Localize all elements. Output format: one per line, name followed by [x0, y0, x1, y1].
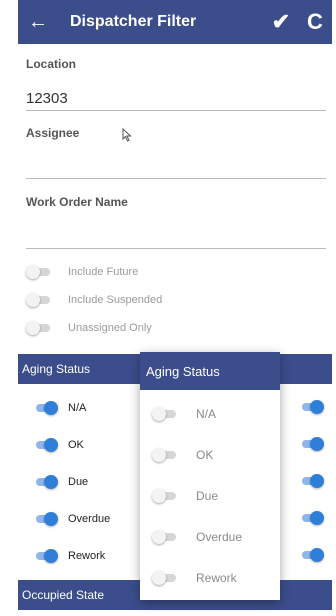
popup-item-label: OK [196, 448, 214, 462]
aging-na-toggle[interactable] [34, 401, 58, 415]
aging-item-label: Overdue [68, 513, 111, 525]
page-title: Dispatcher Filter [70, 13, 197, 30]
toggle-label: Unassigned Only [68, 322, 152, 334]
app-header: ← Dispatcher Filter ✔ C [18, 0, 332, 44]
aging-item-label: Rework [68, 550, 106, 562]
location-label: Location [26, 57, 76, 71]
back-arrow-icon[interactable]: ← [18, 0, 58, 44]
include-suspended-toggle[interactable] [26, 293, 50, 307]
popup-item-label: N/A [196, 407, 217, 421]
aging-item-na[interactable]: N/A [34, 398, 86, 418]
popup-item-label: Due [196, 489, 219, 503]
popup-item-due[interactable]: Due [152, 486, 218, 506]
popup-item-na[interactable]: N/A [152, 404, 216, 424]
aging-item-due[interactable]: Due [34, 472, 88, 492]
assignee-input[interactable] [26, 152, 326, 176]
toggle-row-include-future[interactable]: Include Future [26, 262, 138, 282]
popup-rework-toggle[interactable] [152, 571, 176, 585]
toggle-label: Include Future [68, 266, 139, 278]
popup-item-rework[interactable]: Rework [152, 568, 237, 588]
aging-item-label: Due [68, 476, 89, 488]
aging-status-popup: Aging Status N/A OK Due Overdue Rework [140, 352, 280, 600]
popup-title: Aging Status [140, 352, 280, 390]
popup-item-label: Rework [196, 571, 237, 585]
aging-item-label: OK [68, 439, 84, 451]
work-order-name-input[interactable] [26, 222, 326, 246]
assignee-label: Assignee [26, 126, 80, 140]
aging-secondary-toggle[interactable] [300, 437, 324, 451]
aging-secondary-toggle[interactable] [300, 400, 324, 414]
toggle-row-include-suspended[interactable]: Include Suspended [26, 290, 162, 310]
aging-ok-toggle[interactable] [34, 438, 58, 452]
aging-overdue-toggle[interactable] [34, 512, 58, 526]
location-input[interactable]: 12303 [26, 90, 68, 107]
aging-secondary-toggle[interactable] [300, 548, 324, 562]
aging-rework-toggle[interactable] [34, 549, 58, 563]
include-future-toggle[interactable] [26, 265, 50, 279]
aging-item-rework[interactable]: Rework [34, 546, 105, 566]
dispatcher-filter-screen: ← Dispatcher Filter ✔ C Location 12303 A… [0, 0, 336, 616]
popup-overdue-toggle[interactable] [152, 530, 176, 544]
unassigned-only-toggle[interactable] [26, 321, 50, 335]
toggle-label: Include Suspended [68, 294, 163, 306]
popup-na-toggle[interactable] [152, 407, 176, 421]
toggle-row-unassigned-only[interactable]: Unassigned Only [26, 318, 152, 338]
filter-form: Location 12303 Assignee Work Order Name … [18, 44, 332, 354]
location-underline [26, 110, 326, 111]
work-order-name-label: Work Order Name [26, 195, 128, 209]
popup-item-ok[interactable]: OK [152, 445, 213, 465]
popup-due-toggle[interactable] [152, 489, 176, 503]
work-order-name-underline [26, 248, 326, 249]
assignee-underline [26, 178, 326, 179]
aging-item-ok[interactable]: OK [34, 435, 84, 455]
apply-check-icon[interactable]: ✔ [264, 0, 298, 44]
aging-secondary-toggle[interactable] [300, 474, 324, 488]
aging-due-toggle[interactable] [34, 475, 58, 489]
popup-item-label: Overdue [196, 530, 243, 544]
refresh-icon[interactable]: C [298, 0, 332, 44]
aging-item-label: N/A [68, 402, 87, 414]
popup-ok-toggle[interactable] [152, 448, 176, 462]
popup-item-overdue[interactable]: Overdue [152, 527, 242, 547]
aging-secondary-toggle[interactable] [300, 511, 324, 525]
aging-item-overdue[interactable]: Overdue [34, 509, 110, 529]
mouse-cursor-icon [122, 127, 132, 145]
